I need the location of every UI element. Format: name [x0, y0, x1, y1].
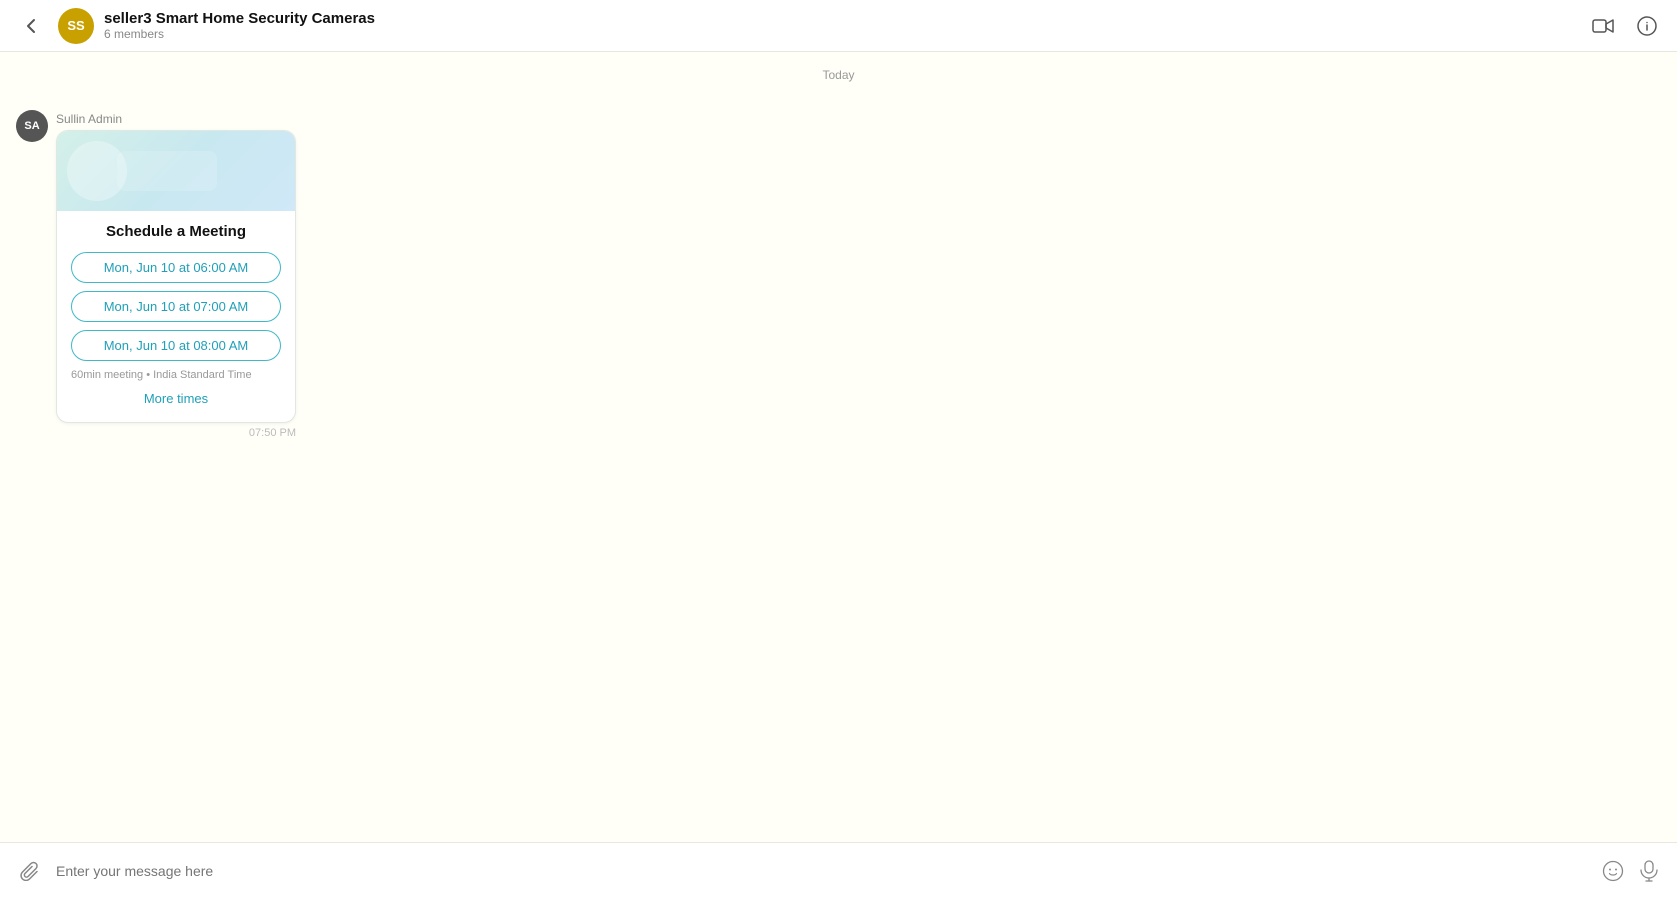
input-right-icons: [1601, 859, 1661, 883]
time-slot-3[interactable]: Mon, Jun 10 at 08:00 AM: [71, 330, 281, 361]
meeting-meta: 60min meeting • India Standard Time: [71, 369, 281, 381]
member-count: 6 members: [104, 27, 1589, 41]
sender-avatar: SA: [16, 110, 48, 142]
chat-area: Today SA Sullin Admin Schedule a Meeting…: [0, 52, 1677, 842]
chat-title: seller3 Smart Home Security Cameras: [104, 10, 1589, 27]
emoji-button[interactable]: [1601, 859, 1625, 883]
group-avatar: SS: [58, 8, 94, 44]
back-button[interactable]: [16, 10, 48, 42]
more-times-link[interactable]: More times: [71, 389, 281, 410]
card-banner: [57, 131, 295, 211]
header-info: seller3 Smart Home Security Cameras 6 me…: [104, 10, 1589, 41]
message-content: Sullin Admin Schedule a Meeting Mon, Jun…: [56, 94, 296, 439]
card-title: Schedule a Meeting: [71, 223, 281, 240]
chat-header: SS seller3 Smart Home Security Cameras 6…: [0, 0, 1677, 52]
attach-button[interactable]: [16, 857, 44, 885]
message-group: SA Sullin Admin Schedule a Meeting Mon, …: [16, 94, 1661, 439]
message-input[interactable]: [56, 863, 1589, 879]
message-input-area: [0, 842, 1677, 898]
time-slot-1[interactable]: Mon, Jun 10 at 06:00 AM: [71, 252, 281, 283]
sender-name: Sullin Admin: [56, 112, 296, 126]
message-timestamp: 07:50 PM: [56, 427, 296, 439]
video-call-button[interactable]: [1589, 12, 1617, 40]
time-slot-2[interactable]: Mon, Jun 10 at 07:00 AM: [71, 291, 281, 322]
header-actions: [1589, 12, 1661, 40]
card-body: Schedule a Meeting Mon, Jun 10 at 06:00 …: [57, 211, 295, 422]
mic-button[interactable]: [1637, 859, 1661, 883]
date-divider: Today: [16, 52, 1661, 94]
info-button[interactable]: [1633, 12, 1661, 40]
schedule-meeting-card: Schedule a Meeting Mon, Jun 10 at 06:00 …: [56, 130, 296, 423]
